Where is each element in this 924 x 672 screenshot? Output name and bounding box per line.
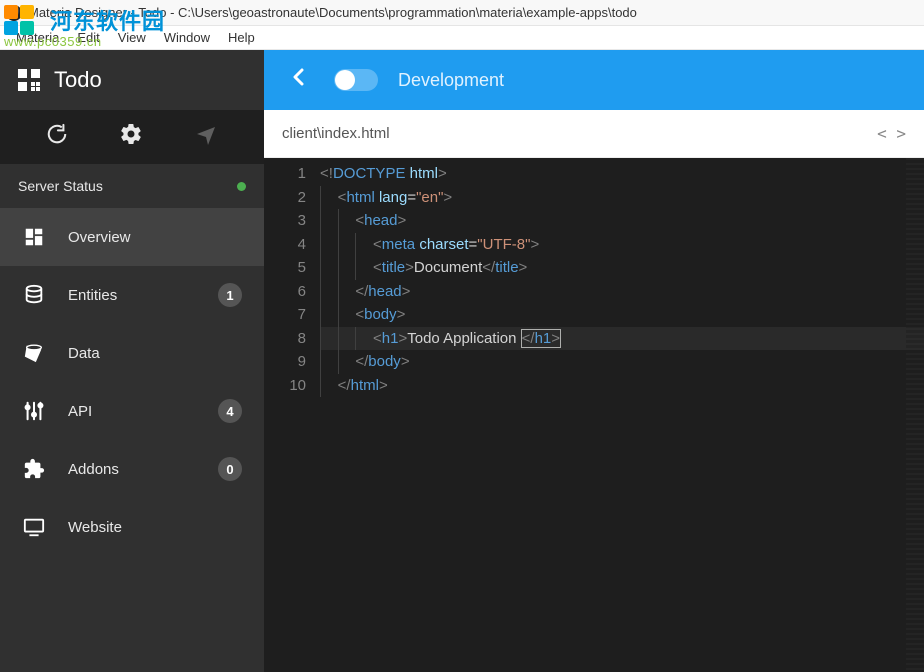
line-number: 7 xyxy=(264,303,306,327)
sidebar-tools xyxy=(0,110,264,164)
sidebar-item-website[interactable]: Website xyxy=(0,498,264,556)
monitor-icon xyxy=(22,515,46,539)
nav-label: Data xyxy=(68,345,242,362)
bucket-icon xyxy=(22,341,46,365)
line-number: 4 xyxy=(264,233,306,257)
code-line[interactable]: <head> xyxy=(320,209,924,233)
menu-item-materia[interactable]: Materia xyxy=(8,28,67,47)
menubar: MateriaEditViewWindowHelp xyxy=(0,26,924,50)
nav-label: Addons xyxy=(68,461,196,478)
menu-item-view[interactable]: View xyxy=(110,28,154,47)
sliders-icon xyxy=(22,399,46,423)
project-name: Todo xyxy=(54,67,102,93)
code-line[interactable]: <title>Document</title> xyxy=(320,256,924,280)
sidebar-item-data[interactable]: Data xyxy=(0,324,264,382)
line-number: 10 xyxy=(264,374,306,398)
topbar: Development xyxy=(264,50,924,110)
server-status-label: Server Status xyxy=(18,178,103,194)
badge: 4 xyxy=(218,399,242,423)
nav-label: Website xyxy=(68,519,242,536)
badge: 1 xyxy=(218,283,242,307)
environment-label: Development xyxy=(398,70,504,91)
line-number: 9 xyxy=(264,350,306,374)
code-line[interactable]: </body> xyxy=(320,350,924,374)
sidebar-nav: Overview Entities 1 Data API 4 Addons 0 Website xyxy=(0,208,264,672)
line-number: 1 xyxy=(264,162,306,186)
line-number: 6 xyxy=(264,280,306,304)
nav-label: API xyxy=(68,403,196,420)
code-line[interactable]: <body> xyxy=(320,303,924,327)
titlebar: Materia Designer - Todo - C:\Users\geoas… xyxy=(0,0,924,26)
code-line[interactable]: </head> xyxy=(320,280,924,304)
line-number: 2 xyxy=(264,186,306,210)
status-indicator-icon xyxy=(237,182,246,191)
apps-grid-icon[interactable] xyxy=(18,69,40,91)
server-status-row[interactable]: Server Status xyxy=(0,164,264,208)
sidebar-item-entities[interactable]: Entities 1 xyxy=(0,266,264,324)
back-button[interactable] xyxy=(284,64,314,96)
code-body[interactable]: <!DOCTYPE html> <html lang="en"> <head> … xyxy=(320,158,924,672)
sidebar-item-addons[interactable]: Addons 0 xyxy=(0,440,264,498)
menu-item-window[interactable]: Window xyxy=(156,28,218,47)
nav-label: Overview xyxy=(68,229,242,246)
content-area: Development client\index.html < > 123456… xyxy=(264,50,924,672)
minimap[interactable] xyxy=(906,158,924,672)
sidebar-header: Todo xyxy=(0,50,264,110)
code-view-icon[interactable]: < > xyxy=(877,124,906,143)
deploy-button[interactable] xyxy=(194,122,218,152)
settings-button[interactable] xyxy=(119,122,143,152)
menu-item-edit[interactable]: Edit xyxy=(69,28,107,47)
code-line[interactable]: <html lang="en"> xyxy=(320,186,924,210)
nav-label: Entities xyxy=(68,287,196,304)
code-line[interactable]: <meta charset="UTF-8"> xyxy=(320,233,924,257)
code-line[interactable]: </html> xyxy=(320,374,924,398)
code-editor[interactable]: 12345678910 <!DOCTYPE html> <html lang="… xyxy=(264,158,924,672)
badge: 0 xyxy=(218,457,242,481)
environment-toggle[interactable] xyxy=(334,69,378,91)
sidebar-item-overview[interactable]: Overview xyxy=(0,208,264,266)
line-gutter: 12345678910 xyxy=(264,158,320,672)
code-line[interactable]: <!DOCTYPE html> xyxy=(320,162,924,186)
code-line[interactable]: <h1>Todo Application </h1> xyxy=(320,327,924,351)
line-number: 3 xyxy=(264,209,306,233)
puzzle-icon xyxy=(22,457,46,481)
restart-button[interactable] xyxy=(46,123,68,151)
line-number: 5 xyxy=(264,256,306,280)
app-icon xyxy=(6,5,22,21)
database-icon xyxy=(22,283,46,307)
file-tab-bar: client\index.html < > xyxy=(264,110,924,158)
window-title: Materia Designer - Todo - C:\Users\geoas… xyxy=(28,5,637,20)
sidebar: Todo Server Status Overview Entities 1 Data… xyxy=(0,50,264,672)
dashboard-icon xyxy=(22,225,46,249)
menu-item-help[interactable]: Help xyxy=(220,28,263,47)
line-number: 8 xyxy=(264,327,306,351)
open-file-name: client\index.html xyxy=(282,125,390,142)
sidebar-item-api[interactable]: API 4 xyxy=(0,382,264,440)
